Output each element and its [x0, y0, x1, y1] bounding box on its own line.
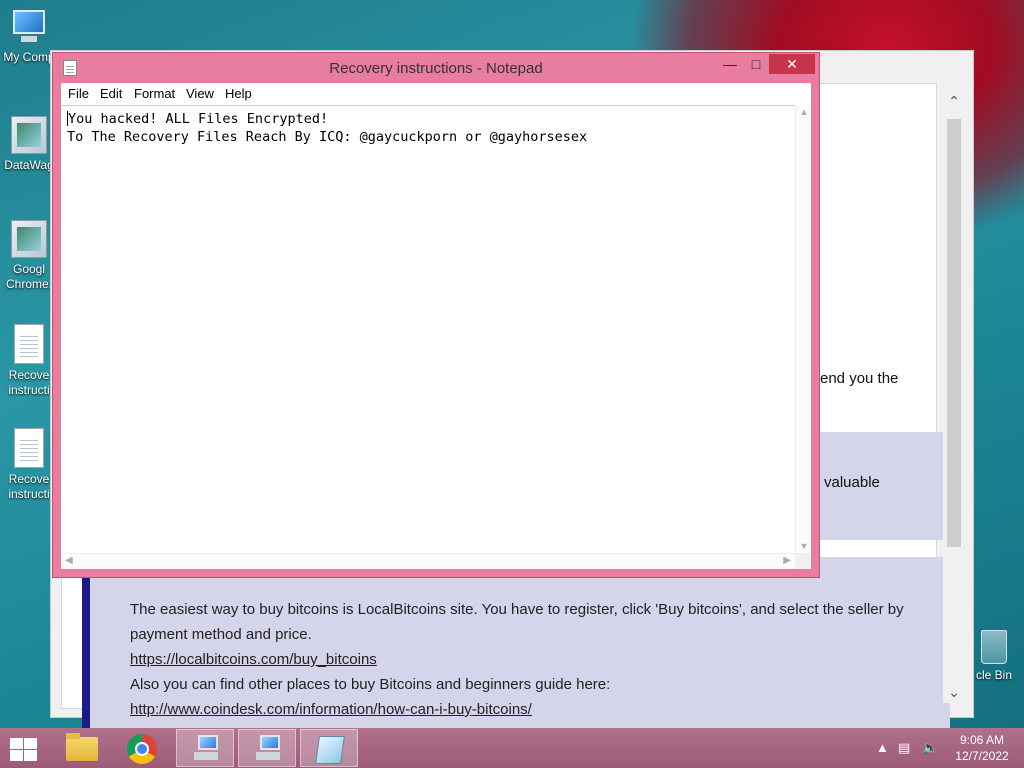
panel-text: payment method and price. [130, 626, 312, 643]
volume-icon[interactable]: 🔈 [922, 740, 938, 756]
editor-line: You hacked! ALL Files Encrypted! [68, 111, 329, 127]
menu-bar: File Edit Format View Help [61, 83, 811, 105]
chevron-down-icon[interactable]: ⌄ [943, 684, 965, 701]
clock-date: 12/7/2022 [955, 749, 1009, 763]
desktop-icon-label: My Comp [3, 50, 55, 64]
text-document-icon [14, 324, 44, 364]
application-icon [11, 220, 47, 258]
horizontal-scrollbar[interactable]: ◀ ▶ [61, 553, 795, 569]
text-editor-area[interactable]: You hacked! ALL Files Encrypted! To The … [61, 105, 811, 553]
vertical-scrollbar[interactable]: ▲ ▼ [795, 105, 811, 553]
menu-file[interactable]: File [68, 86, 89, 101]
network-computer-icon [192, 735, 220, 763]
clock-time: 9:06 AM [959, 733, 1005, 747]
network-computer-icon [254, 735, 282, 763]
resize-grip[interactable] [795, 553, 811, 569]
application-icon [11, 116, 47, 154]
menu-help[interactable]: Help [225, 86, 252, 101]
desktop-icon-label: Recove instructi [8, 472, 50, 501]
editor-line: To The Recovery Files Reach By ICQ: @gay… [67, 129, 588, 145]
panel-text: The easiest way to buy bitcoins is Local… [130, 601, 904, 618]
scroll-left-arrow-icon[interactable]: ◀ [65, 555, 73, 566]
scroll-down-arrow-icon[interactable]: ▼ [796, 541, 812, 551]
taskbar-clock[interactable]: 9:06 AM 12/7/2022 [948, 732, 1016, 764]
scroll-up-arrow-icon[interactable]: ▲ [796, 107, 812, 117]
network-tray-icon[interactable]: ▤ [898, 740, 910, 756]
chrome-icon [127, 734, 157, 764]
menu-edit[interactable]: Edit [100, 86, 122, 101]
scrollbar-thumb[interactable] [947, 119, 961, 547]
menu-format[interactable]: Format [134, 86, 175, 101]
taskbar-network-app-1[interactable] [176, 729, 234, 767]
taskbar-network-app-2[interactable] [238, 729, 296, 767]
desktop-icon-label: cle Bin [975, 668, 1013, 682]
taskbar-file-explorer[interactable] [52, 729, 110, 767]
scroll-right-arrow-icon[interactable]: ▶ [783, 555, 791, 566]
computer-icon [9, 10, 49, 46]
taskbar-notepad[interactable] [300, 729, 358, 767]
window-title: Recovery instructions - Notepad [329, 60, 543, 77]
bitcoin-instructions-panel: The easiest way to buy bitcoins is Local… [82, 557, 950, 741]
chevron-up-icon[interactable]: ⌃ [943, 93, 965, 110]
maximize-button[interactable]: □ [743, 54, 769, 74]
background-partial-text: end you the [820, 370, 899, 387]
desktop-icon-label: Googl Chrome. [5, 262, 52, 291]
localbitcoins-link[interactable]: https://localbitcoins.com/buy_bitcoins [130, 651, 377, 668]
start-button[interactable] [8, 736, 38, 762]
desktop-icon-label: DataWag [4, 158, 54, 172]
recycle-bin-icon [981, 630, 1007, 664]
coindesk-link[interactable]: http://www.coindesk.com/information/how-… [130, 701, 532, 718]
taskbar-chrome[interactable] [114, 729, 172, 767]
text-document-icon [14, 428, 44, 468]
vertical-scrollbar[interactable]: ⌃ ⌄ [943, 91, 965, 703]
close-button[interactable]: ✕ [769, 54, 815, 74]
folder-icon [66, 733, 98, 761]
title-bar[interactable]: Recovery instructions - Notepad — □ ✕ [53, 53, 819, 83]
show-hidden-icons-chevron-icon[interactable]: ▲ [876, 740, 889, 755]
minimize-button[interactable]: — [717, 54, 743, 74]
desktop-icon-label: Recove instructi [8, 368, 50, 397]
menu-view[interactable]: View [186, 86, 214, 101]
notepad-icon [315, 736, 345, 764]
taskbar: ▲ ▤ 🔈 9:06 AM 12/7/2022 [0, 728, 1024, 768]
panel-text: Also you can find other places to buy Bi… [130, 676, 611, 693]
notepad-window[interactable]: Recovery instructions - Notepad — □ ✕ Fi… [52, 52, 820, 578]
background-partial-text: valuable [824, 474, 880, 491]
